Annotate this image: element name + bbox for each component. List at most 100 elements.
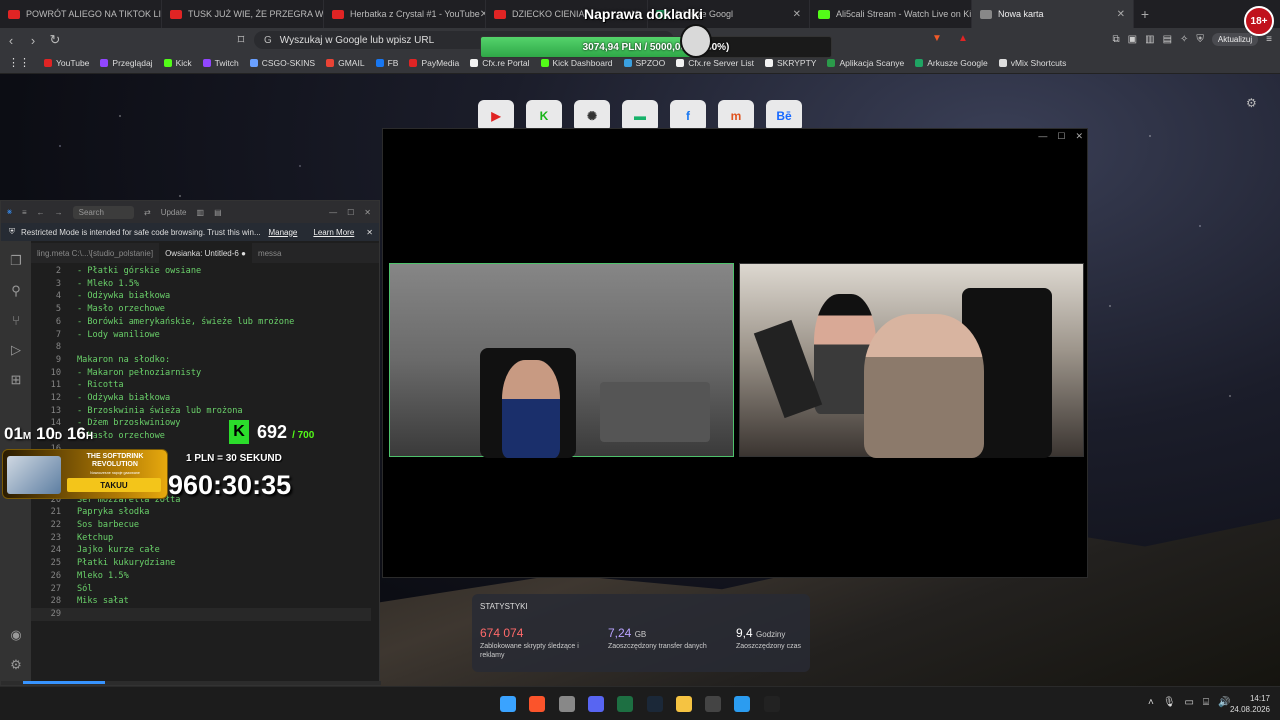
editor-tab[interactable]: messa xyxy=(252,243,288,263)
browser-tab[interactable]: Ali5cali Stream - Watch Live on Kick✕ xyxy=(810,0,972,28)
stat-number: 674 074 xyxy=(480,626,524,640)
browser-tab[interactable]: Nowa karta ✕ xyxy=(972,0,1134,28)
bookmark-item[interactable]: Aplikacja Scanye xyxy=(827,58,904,68)
sync-icon[interactable]: ⇄ xyxy=(144,208,151,217)
manage-link[interactable]: Manage xyxy=(268,228,297,237)
update-button[interactable]: Update xyxy=(161,208,187,217)
brave-icon[interactable] xyxy=(529,696,546,712)
vscode-logo-icon: ⨳ xyxy=(7,207,12,216)
panel-icon[interactable]: ▤ xyxy=(214,208,222,217)
bookmark-label: Aplikacja Scanye xyxy=(839,57,905,68)
bookmark-item[interactable]: Cfx.re Portal xyxy=(470,58,530,68)
brave-shield-icon[interactable]: ▼ xyxy=(932,33,942,44)
maximize-icon[interactable]: ☐ xyxy=(1057,131,1065,142)
clock[interactable]: 14:17 24.08.2026 xyxy=(1230,693,1270,715)
bookmark-item[interactable]: Cfx.re Server List xyxy=(676,58,754,68)
back-icon[interactable]: ‹ xyxy=(0,33,22,48)
line-number: 23 xyxy=(50,532,61,543)
bookmark-item[interactable]: GMAIL xyxy=(326,58,365,68)
screenshot-icon[interactable]: ▣ xyxy=(1128,34,1137,45)
bookmark-item[interactable]: CSGO-SKINS xyxy=(249,58,315,68)
account-icon[interactable]: ◉ xyxy=(10,627,21,643)
line-number: 3 xyxy=(55,278,61,289)
vscode-icon[interactable] xyxy=(734,696,751,712)
settings-gear-icon[interactable]: ⚙ xyxy=(10,657,22,673)
wallet-icon[interactable]: ▤ xyxy=(1163,34,1172,45)
new-tab-icon[interactable]: + xyxy=(1134,6,1156,22)
bookmark-item[interactable]: Twitch xyxy=(202,57,239,68)
extensions-icon[interactable]: ⧉ xyxy=(1113,34,1120,45)
newtab-settings-gear-icon[interactable]: ⚙ xyxy=(1246,96,1257,110)
editor-tab[interactable]: ling.meta C:\...\[studio_polstanie] xyxy=(31,243,159,263)
layout-icon[interactable]: ▥ xyxy=(197,208,205,217)
maximize-icon[interactable]: ☐ xyxy=(347,208,354,217)
extensions-icon[interactable]: ⊞ xyxy=(11,372,22,388)
reload-icon[interactable]: ↻ xyxy=(44,32,66,48)
ai-icon[interactable]: ✧ xyxy=(1180,34,1188,45)
browser-tab[interactable]: TUSK JUŻ WIE, ŻE PRZEGRA W 2027✕ xyxy=(162,0,324,28)
search-icon[interactable]: ⚲ xyxy=(11,283,21,299)
timer-days: 10 xyxy=(36,424,55,443)
minimize-icon[interactable]: — xyxy=(329,208,337,217)
status-bar xyxy=(1,681,381,685)
editor-tab[interactable]: Owsianka: Untitled-6 ● xyxy=(159,243,252,263)
bookmark-label: Twitch xyxy=(214,57,239,68)
bookmark-item[interactable]: SPZOO xyxy=(623,58,665,68)
close-icon[interactable]: ✕ xyxy=(364,208,371,217)
network-icon[interactable]: ⌸ xyxy=(1203,697,1209,708)
browser-tab[interactable]: POWRÓT ALIEGO NA TIKTOK LIVE✕ xyxy=(0,0,162,28)
bookmark-item[interactable]: YouTube xyxy=(44,58,89,68)
donation-goal-text: 3074,94 PLN / 5000,00 (61.50%) xyxy=(582,41,730,53)
explorer-icon[interactable]: ❐ xyxy=(10,253,22,269)
close-banner-icon[interactable]: ✕ xyxy=(366,228,373,237)
line-text: - Mleko 1.5% xyxy=(77,278,140,289)
minimize-icon[interactable]: — xyxy=(1038,131,1047,142)
menu-icon[interactable]: ≡ xyxy=(1266,34,1272,45)
stats-title: STATYSTYKI xyxy=(480,602,528,611)
bookmark-item[interactable]: Przeglądaj xyxy=(100,58,153,68)
bookmark-item[interactable]: vMix Shortcuts xyxy=(998,58,1066,68)
excel-icon[interactable] xyxy=(617,696,634,712)
microphone-icon[interactable]: 🎙 xyxy=(1163,697,1176,708)
nav-back-icon[interactable]: ← xyxy=(37,208,45,217)
bookmark-item[interactable]: Arkusze Google xyxy=(915,58,988,68)
windows-start-icon[interactable] xyxy=(500,696,516,712)
bookmark-item[interactable]: FB xyxy=(375,58,398,68)
timer-hours: 16 xyxy=(66,424,86,443)
bookmark-item[interactable]: PayMedia xyxy=(409,58,459,68)
nav-forward-icon[interactable]: → xyxy=(55,208,63,217)
code-line: 29 xyxy=(31,607,371,621)
discord-icon[interactable] xyxy=(587,696,604,712)
bookmark-favicon-icon xyxy=(998,58,1007,67)
command-search-input[interactable]: Search xyxy=(72,205,134,219)
code-line: 10 - Makaron pełnoziarnisty xyxy=(31,367,371,380)
steam-icon[interactable] xyxy=(646,696,663,712)
chrome-icon[interactable] xyxy=(558,696,575,712)
bookmark-item[interactable]: SKRYPTY xyxy=(764,58,816,68)
tray-chevron-icon[interactable]: ˄ xyxy=(1148,697,1154,708)
close-icon[interactable]: ✕ xyxy=(1075,131,1083,142)
forward-icon[interactable]: › xyxy=(22,33,44,48)
sidebar-icon[interactable]: ▥ xyxy=(1145,34,1154,45)
code-line: 23 Ketchup xyxy=(31,532,371,545)
apps-grid-icon[interactable]: ⋮⋮ xyxy=(8,56,30,69)
shield-icon[interactable]: ⛨ xyxy=(1196,34,1204,45)
run-debug-icon[interactable]: ▷ xyxy=(11,342,21,358)
mx-app-icon[interactable] xyxy=(763,696,780,712)
bookmark-item[interactable]: Kick Dashboard xyxy=(540,58,613,68)
volume-icon[interactable]: 🔊 xyxy=(1218,697,1230,708)
brave-rewards-icon[interactable]: ▲ xyxy=(958,33,968,44)
browser-tab[interactable]: Herbatka z Crystal #1 - YouTube✕ xyxy=(324,0,486,28)
bookmark-item[interactable]: Kick xyxy=(163,58,192,68)
update-button[interactable]: Aktualizuj xyxy=(1211,33,1259,46)
menu-icon[interactable]: ≡ xyxy=(22,208,27,217)
kick-logo-icon: K xyxy=(229,420,249,444)
tab-close-icon[interactable]: ✕ xyxy=(793,9,801,20)
terminal-icon[interactable] xyxy=(705,696,722,712)
file-explorer-icon[interactable] xyxy=(675,696,692,712)
source-control-icon[interactable]: ⑂ xyxy=(12,313,20,328)
bookmark-icon[interactable]: ⌑ xyxy=(230,32,252,48)
learn-more-link[interactable]: Learn More xyxy=(313,228,354,237)
tab-close-icon[interactable]: ✕ xyxy=(1117,9,1125,20)
display-icon[interactable]: ▭ xyxy=(1185,697,1194,708)
